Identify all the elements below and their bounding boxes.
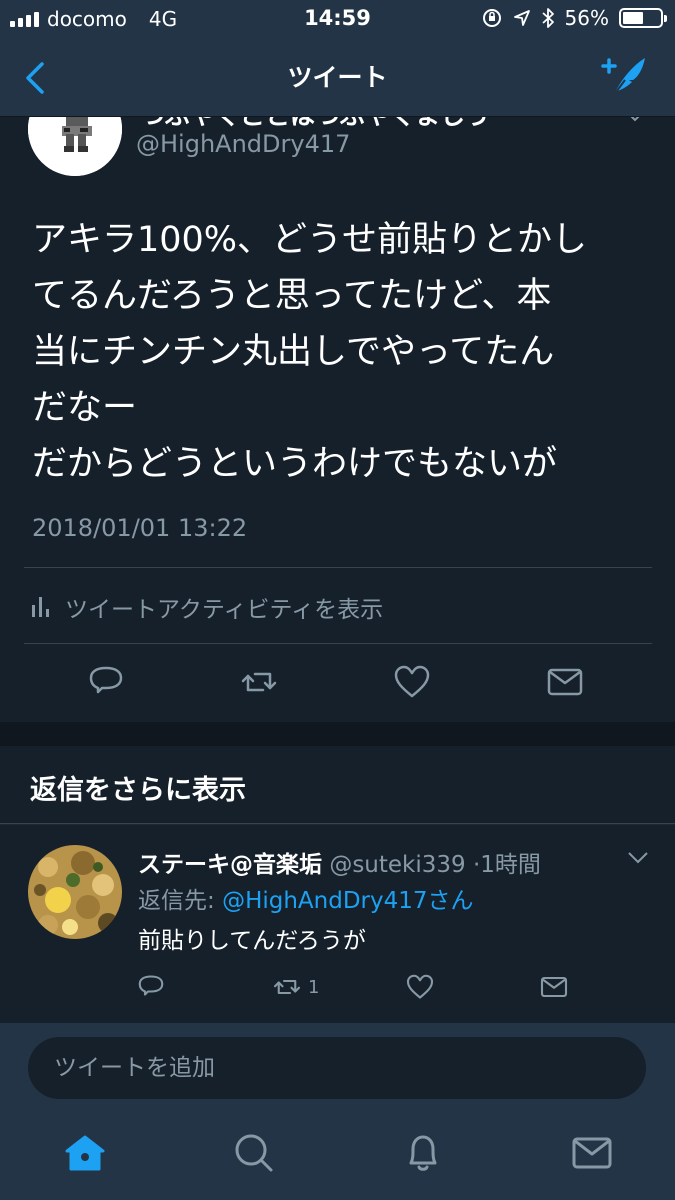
show-more-replies-label: 返信をさらに表示 [30,775,246,806]
show-more-replies-button[interactable]: 返信をさらに表示 [0,746,675,824]
navigation-bar: ツイート [0,40,675,116]
tweet-actions [0,662,675,706]
home-icon[interactable] [63,1131,107,1175]
battery-icon [619,8,667,28]
tweet-activity-link[interactable]: ツイートアクティビティを表示 [32,590,383,624]
tweet-text-line: てるんだろうと思ってたけど、本 [32,276,552,316]
messages-icon[interactable] [570,1131,614,1175]
retweet-action[interactable]: 1 [270,971,319,1003]
battery-fill [623,12,644,24]
status-bar: docomo 4G 14:59 56% [0,0,675,38]
tweet-text-line: だなー [32,388,138,428]
analytics-icon [32,597,49,617]
reply-tweet[interactable]: ステーキ@音楽垢 @suteki339 ·1時間 返信先: @HighAndDr… [0,825,675,1023]
tweet-timestamp: 2018/01/01 13:22 [32,514,248,542]
retweet-count: 1 [308,976,320,998]
reply-icon[interactable] [86,662,126,702]
avatar[interactable] [28,845,122,939]
page-title: ツイート [287,63,388,92]
section-separator [0,722,675,746]
reply-icon [138,975,164,996]
like-icon [406,974,434,999]
location-icon [513,10,530,26]
chevron-down-icon[interactable] [627,851,649,865]
fried-rice-avatar-image [28,845,122,939]
dm-icon[interactable] [545,662,585,702]
reply-to-mention-link[interactable]: @HighAndDry417さん [222,888,473,914]
like-icon[interactable] [392,662,432,702]
tweet-text-line: アキラ100%、どうせ前貼りとかし [32,220,588,260]
dm-action[interactable] [538,971,570,1003]
reply-time: 1時間 [480,852,541,878]
notifications-icon[interactable] [401,1131,445,1175]
battery-percent: 56% [564,6,609,30]
top-bar: docomo 4G 14:59 56% ツイート [0,0,675,116]
orientation-lock-icon [482,9,501,27]
like-action[interactable] [405,971,435,1003]
chevron-down-icon[interactable] [625,116,645,122]
bottom-bar [0,1023,675,1200]
reply-author-handle[interactable]: @suteki339 [329,852,465,878]
reply-actions: 1 [0,971,675,1007]
bluetooth-icon [541,8,554,28]
compose-tweet-icon[interactable] [599,54,649,100]
search-icon[interactable] [232,1131,276,1175]
reply-context: 返信先: @HighAndDry417さん [138,881,474,915]
tweet-text-line: だからどうというわけでもないが [32,444,558,484]
retweet-icon [273,979,301,995]
divider [24,643,652,644]
reply-header: ステーキ@音楽垢 @suteki339 ·1時間 [138,845,541,879]
reply-text: 前貼りしてんだろうが [138,928,366,954]
retweet-icon[interactable] [239,662,279,702]
dm-icon [540,976,568,998]
tab-bar [0,1121,675,1191]
reply-to-prefix: 返信先: [138,888,223,914]
tweet-activity-label: ツイートアクティビティを表示 [65,597,384,623]
reply-author-name[interactable]: ステーキ@音楽垢 [138,852,322,878]
avatar[interactable] [28,116,122,176]
add-tweet-input[interactable] [28,1037,646,1099]
tweet-detail: つぶやくことはつぶやくましう @HighAndDry417 アキラ100%、どう… [0,116,675,722]
reply-action[interactable] [136,971,166,1003]
pixel-art-avatar-image [28,116,122,176]
tweet-text-line: 当にチンチン丸出しでやってたん [32,332,555,372]
divider [24,567,652,568]
tweet-text: アキラ100%、どうせ前貼りとかし てるんだろうと思ってたけど、本 当にチンチン… [32,212,652,492]
author-handle[interactable]: @HighAndDry417 [136,130,350,158]
